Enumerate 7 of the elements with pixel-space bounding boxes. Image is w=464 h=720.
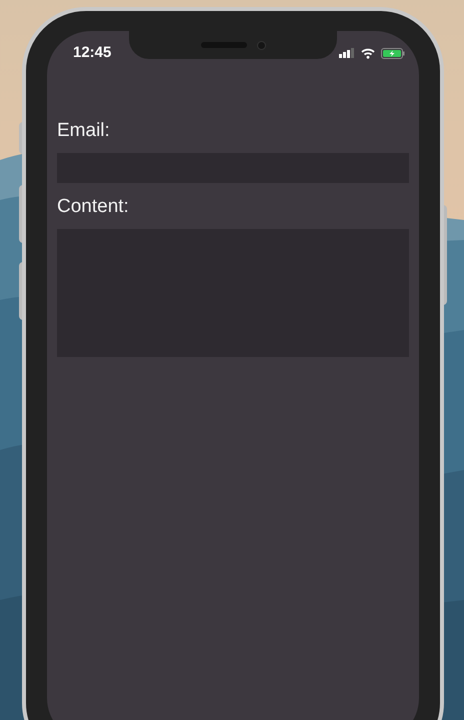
camera-lens <box>256 40 266 50</box>
wifi-icon <box>361 48 375 58</box>
signal-icon <box>339 48 355 58</box>
battery-charging-icon <box>381 48 405 58</box>
field-label: Email: <box>57 119 111 143</box>
field-label: Content: <box>57 195 130 219</box>
status-time: 12:45 <box>73 42 112 63</box>
